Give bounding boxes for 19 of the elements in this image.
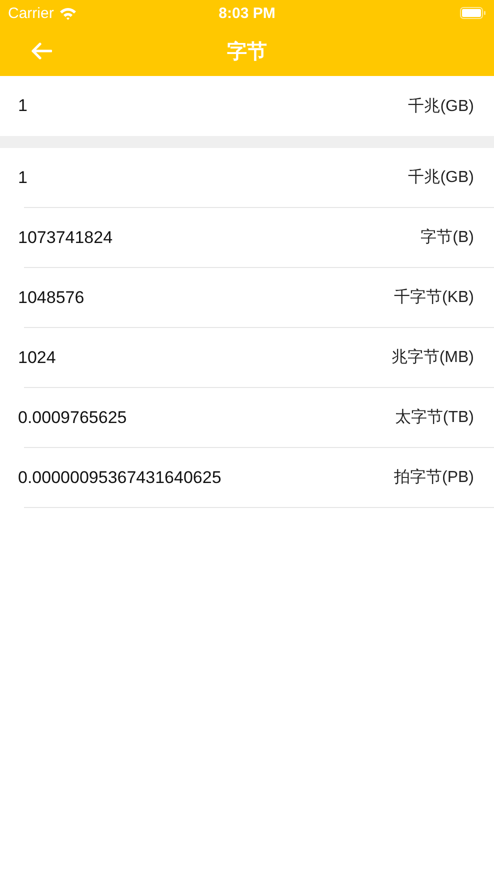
unit-selector[interactable]: 千兆(GB) <box>408 96 474 116</box>
result-unit: 字节(B) <box>420 228 474 248</box>
result-unit: 千字节(KB) <box>394 288 474 308</box>
nav-title: 字节 <box>227 40 267 64</box>
carrier-label: Carrier <box>8 4 54 22</box>
status-time: 8:03 PM <box>218 4 276 22</box>
result-value: 0.0009765625 <box>18 408 127 428</box>
result-unit: 太字节(TB) <box>394 408 474 428</box>
result-value: 1 <box>18 168 28 188</box>
result-value: 1073741824 <box>18 228 113 248</box>
result-value: 1048576 <box>18 288 84 308</box>
wifi-icon <box>58 6 77 20</box>
back-arrow-icon <box>30 42 52 60</box>
result-unit: 千兆(GB) <box>408 168 474 188</box>
result-unit: 拍字节(PB) <box>394 468 474 488</box>
result-value: 0.00000095367431640625 <box>18 468 222 488</box>
result-value: 1024 <box>18 348 56 368</box>
battery-icon <box>460 7 486 19</box>
result-unit: 兆字节(MB) <box>391 348 474 368</box>
